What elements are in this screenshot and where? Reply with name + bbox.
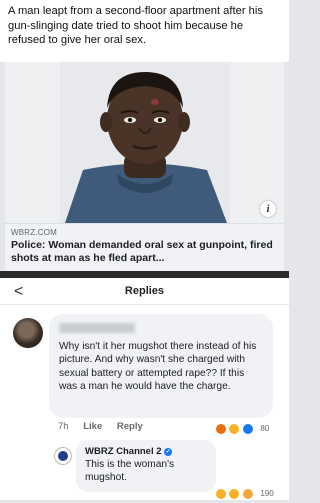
wow-icon <box>228 487 241 500</box>
verified-badge-icon: ✓ <box>164 448 173 456</box>
blurred-author-name <box>59 323 135 333</box>
comment-reactions[interactable]: 80 <box>215 420 269 438</box>
like-button[interactable]: Like <box>83 421 102 432</box>
reaction-count: 80 <box>260 424 270 434</box>
angry-icon <box>215 422 227 435</box>
replies-header: < Replies <box>0 278 289 305</box>
mugshot-illustration <box>5 62 284 223</box>
reaction-count: 190 <box>260 489 274 499</box>
reply-author-row: WBRZ Channel 2 ✓ <box>85 446 207 457</box>
care-icon <box>241 487 254 500</box>
link-headline[interactable]: Police: Woman demanded oral sex at gunpo… <box>11 239 278 265</box>
screenshot-divider <box>0 271 289 278</box>
reply-button[interactable]: Reply <box>117 421 143 432</box>
comment-text: Why isn't it her mugshot there instead o… <box>59 341 257 393</box>
replies-title: Replies <box>124 285 165 297</box>
wbrz-avatar[interactable] <box>54 447 72 465</box>
avatar[interactable] <box>13 318 43 348</box>
reply-bubble: WBRZ Channel 2 ✓ This is the woman's mug… <box>76 440 216 492</box>
comment-bubble: Why isn't it her mugshot there instead o… <box>49 314 273 418</box>
link-source: WBRZ.COM <box>11 228 58 237</box>
post-caption: A man leapt from a second-floor apartmen… <box>0 0 289 62</box>
mugshot-image[interactable]: i <box>5 62 284 223</box>
comment-meta: 7h Like Reply <box>58 421 143 432</box>
info-icon[interactable]: i <box>260 201 276 217</box>
link-preview[interactable]: WBRZ.COM Police: Woman demanded oral sex… <box>5 223 284 271</box>
comment-time: 7h <box>58 421 69 432</box>
replies-panel: < Replies Why isn't it her mugshot there… <box>0 278 289 500</box>
reply-text: This is the woman's mugshot. <box>85 459 175 483</box>
reply-reactions[interactable]: 190 <box>215 485 274 503</box>
reply-author[interactable]: WBRZ Channel 2 <box>85 446 162 457</box>
wow-icon <box>241 422 254 435</box>
haha-icon <box>228 422 241 435</box>
haha-icon <box>215 487 227 500</box>
